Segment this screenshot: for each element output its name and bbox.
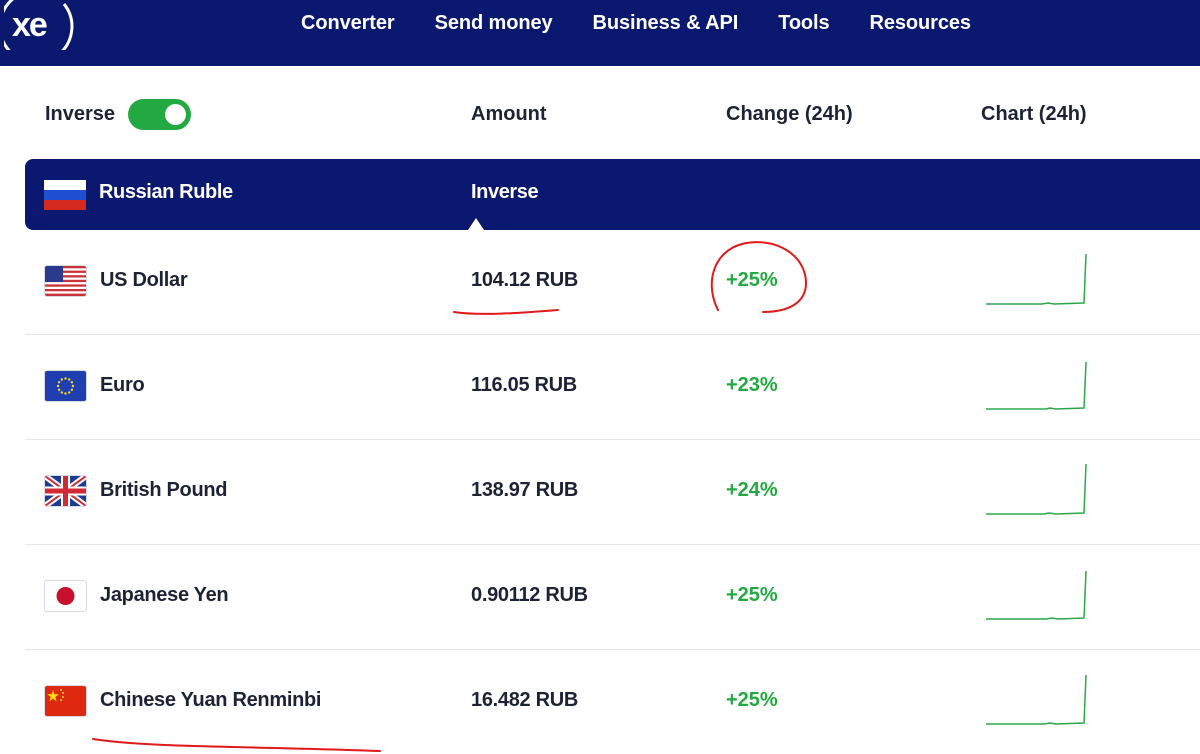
xe-logo[interactable]: xe bbox=[4, 0, 74, 50]
base-inverse-label: Inverse bbox=[471, 181, 539, 203]
currency-amount: 16.482 RUB bbox=[471, 689, 579, 711]
currency-change: +24% bbox=[726, 479, 778, 501]
sparkline-chart[interactable] bbox=[986, 252, 1090, 308]
svg-text:xe: xe bbox=[12, 6, 47, 44]
currency-name: British Pound bbox=[100, 479, 228, 501]
sparkline-chart[interactable] bbox=[986, 567, 1090, 623]
sparkline-chart[interactable] bbox=[986, 672, 1090, 728]
uk-flag-icon bbox=[45, 476, 86, 506]
currency-amount: 104.12 RUB bbox=[471, 269, 579, 291]
usa-flag-icon bbox=[45, 266, 86, 296]
eu-flag-icon bbox=[45, 371, 86, 401]
currency-change: +25% bbox=[726, 584, 778, 606]
china-flag-icon bbox=[45, 686, 86, 716]
nav-converter[interactable]: Converter bbox=[301, 12, 395, 35]
change-column-header: Change (24h) bbox=[726, 102, 853, 125]
base-currency-name: Russian Ruble bbox=[99, 181, 233, 203]
currency-row-jpy[interactable]: Japanese Yen 0.90112 RUB +25% bbox=[25, 545, 1200, 650]
inverse-toggle[interactable] bbox=[128, 99, 191, 130]
nav-tools[interactable]: Tools bbox=[778, 12, 829, 35]
currency-row-eur[interactable]: Euro 116.05 RUB +23% bbox=[25, 335, 1200, 440]
japan-flag-icon bbox=[45, 581, 86, 611]
currency-row-usd[interactable]: US Dollar 104.12 RUB +25% bbox=[25, 230, 1200, 335]
sparkline-chart[interactable] bbox=[986, 357, 1090, 413]
currency-amount: 0.90112 RUB bbox=[471, 584, 588, 606]
nav-send-money[interactable]: Send money bbox=[435, 12, 553, 35]
russia-flag-icon bbox=[44, 180, 86, 210]
currency-name: US Dollar bbox=[100, 269, 188, 291]
base-currency-row[interactable]: Russian Ruble Inverse bbox=[25, 159, 1200, 230]
sparkline-chart[interactable] bbox=[986, 462, 1090, 518]
toggle-knob bbox=[165, 104, 186, 125]
currency-amount: 116.05 RUB bbox=[471, 374, 577, 396]
nav-resources[interactable]: Resources bbox=[870, 12, 971, 35]
currency-name: Japanese Yen bbox=[100, 584, 229, 606]
currency-change: +23% bbox=[726, 374, 778, 396]
nav-business-api[interactable]: Business & API bbox=[593, 12, 739, 35]
top-nav-bar: xe Converter Send money Business & API T… bbox=[0, 0, 1200, 66]
amount-column-header: Amount bbox=[471, 102, 547, 125]
inverse-label: Inverse bbox=[45, 102, 116, 125]
main-nav: Converter Send money Business & API Tool… bbox=[301, 0, 1011, 46]
currency-row-gbp[interactable]: British Pound 138.97 RUB +24% bbox=[25, 440, 1200, 545]
currency-amount: 138.97 RUB bbox=[471, 479, 579, 501]
currency-name: Euro bbox=[100, 374, 145, 396]
band-caret-icon bbox=[468, 218, 484, 230]
currency-row-cny[interactable]: Chinese Yuan Renminbi 16.482 RUB +25% bbox=[25, 650, 1200, 754]
currency-name: Chinese Yuan Renminbi bbox=[100, 689, 322, 711]
currency-change: +25% bbox=[726, 689, 778, 711]
chart-column-header: Chart (24h) bbox=[981, 102, 1087, 125]
currency-change: +25% bbox=[726, 269, 778, 291]
